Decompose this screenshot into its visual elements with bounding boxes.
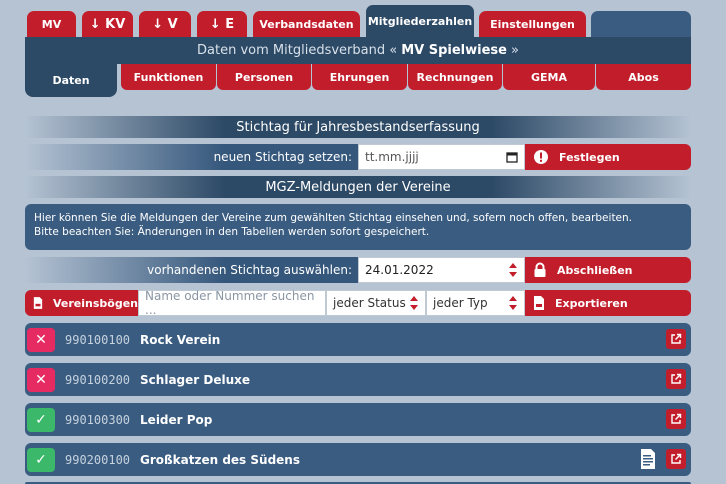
lock-icon [534, 262, 546, 277]
verein-search-input[interactable]: Name oder Nummer suchen ... [138, 289, 326, 317]
verein-name: Leider Pop [140, 412, 213, 427]
csv-document-icon [534, 296, 544, 310]
subtab-label: Abos [628, 70, 659, 84]
verein-row[interactable]: ✕ 990100100 Rock Verein [25, 323, 691, 356]
section-title-text: MGZ-Meldungen der Vereine [265, 179, 451, 195]
verein-name: Rock Verein [140, 332, 221, 347]
type-filter-select[interactable]: jeder Typ [426, 290, 525, 316]
pdf-document-icon [33, 297, 43, 309]
subtab-label: Ehrungen [329, 70, 390, 84]
new-stichtag-date-input[interactable]: tt.mm.jjjj [358, 144, 525, 170]
updown-arrow-icon [509, 263, 517, 277]
exportieren-button[interactable]: Exportieren [525, 290, 691, 316]
subtab-ehrungen[interactable]: Ehrungen [312, 64, 407, 90]
stichtag-select[interactable]: 24.01.2022 [358, 257, 525, 283]
set-stichtag-label: neuen Stichtag setzen: [25, 144, 358, 170]
search-placeholder: Name oder Nummer suchen ... [145, 289, 315, 317]
selected-date: 24.01.2022 [365, 263, 434, 277]
status-open-icon: ✕ [27, 327, 55, 352]
section-title-stichtag: Stichtag für Jahresbestandserfassung [25, 116, 691, 138]
section-title-text: Stichtag für Jahresbestandserfassung [236, 119, 480, 135]
info-text-line: Bitte beachten Sie: Änderungen in den Ta… [34, 226, 430, 238]
tab-blank [591, 11, 691, 37]
section-title-mgz: MGZ-Meldungen der Vereine [25, 176, 691, 198]
button-label: Vereinsbögen [52, 296, 138, 310]
verein-row[interactable]: ✕ 990100200 Schlager Deluxe [25, 363, 691, 396]
verein-number: 990100300 [65, 412, 131, 427]
verein-number: 990100200 [65, 372, 131, 387]
subtab-label: Funktionen [133, 70, 204, 84]
document-icon[interactable] [640, 448, 656, 470]
subtab-label: GEMA [530, 70, 567, 84]
updown-arrow-icon [509, 296, 517, 310]
tab-label: Mitgliederzahlen [367, 14, 473, 28]
verein-row[interactable]: ✓ 990200100 Großkatzen des Südens [25, 443, 691, 476]
tab-label: Einstellungen [490, 17, 575, 31]
subtab-abos[interactable]: Abos [596, 64, 691, 90]
verein-name: Großkatzen des Südens [140, 452, 300, 467]
tab-v[interactable]: ↓ V [139, 11, 191, 37]
subtab-personen[interactable]: Personen [217, 64, 311, 90]
info-box: Hier können Sie die Meldungen der Verein… [25, 204, 691, 250]
subtab-label: Rechnungen [416, 70, 494, 84]
button-label: Abschließen [557, 263, 633, 277]
vereinsboegen-button[interactable]: Vereinsbögen [25, 290, 138, 316]
tab-kv[interactable]: ↓ KV [82, 11, 133, 37]
date-placeholder: tt.mm.jjjj [365, 150, 419, 164]
tab-label: ↓ V [152, 16, 178, 32]
abschliessen-button[interactable]: Abschließen [525, 257, 691, 283]
open-external-icon[interactable] [666, 329, 686, 349]
verein-number: 990200100 [65, 452, 131, 467]
tab-label: ↓ KV [89, 16, 126, 32]
subtab-daten[interactable]: Daten [25, 64, 117, 97]
button-label: Exportieren [555, 296, 628, 310]
subtab-label: Daten [52, 74, 90, 87]
subtab-gema[interactable]: GEMA [503, 64, 595, 90]
status-done-icon: ✓ [27, 447, 55, 472]
tab-label: Verbandsdaten [259, 17, 354, 31]
subtab-funktionen[interactable]: Funktionen [121, 64, 216, 90]
verein-row[interactable]: ✓ 990100300 Leider Pop [25, 403, 691, 436]
calendar-icon[interactable] [506, 151, 518, 163]
tab-mitgliederzahlen[interactable]: Mitgliederzahlen [366, 5, 474, 37]
verein-name: Schlager Deluxe [140, 372, 250, 387]
info-text-line: Hier können Sie die Meldungen der Verein… [34, 212, 633, 224]
open-external-icon[interactable] [666, 449, 686, 469]
subtab-label: Personen [234, 70, 294, 84]
open-external-icon[interactable] [666, 409, 686, 429]
status-filter-select[interactable]: jeder Status [326, 290, 426, 316]
type-filter-value: jeder Typ [433, 296, 488, 310]
tab-label: ↓ E [209, 16, 235, 32]
select-stichtag-label: vorhandenen Stichtag auswählen: [25, 257, 358, 283]
header-verband-name: MV Spielwiese [401, 43, 507, 58]
tab-mv[interactable]: MV [27, 11, 76, 37]
tab-label: MV [41, 17, 62, 31]
open-external-icon[interactable] [666, 369, 686, 389]
tab-e[interactable]: ↓ E [197, 11, 247, 37]
status-open-icon: ✕ [27, 367, 55, 392]
verein-number: 990100100 [65, 332, 131, 347]
header-prefix: Daten vom Mitgliedsverband « [197, 43, 398, 58]
status-done-icon: ✓ [27, 407, 55, 432]
tab-einstellungen[interactable]: Einstellungen [479, 11, 586, 37]
festlegen-button[interactable]: Festlegen [525, 144, 691, 170]
tab-verbandsdaten[interactable]: Verbandsdaten [253, 11, 360, 37]
subtab-rechnungen[interactable]: Rechnungen [408, 64, 502, 90]
label-text: vorhandenen Stichtag auswählen: [147, 263, 352, 277]
page-header: Daten vom Mitgliedsverband « MV Spielwie… [25, 37, 691, 64]
label-text: neuen Stichtag setzen: [213, 150, 352, 164]
header-suffix: » [510, 43, 519, 58]
button-label: Festlegen [559, 150, 620, 164]
status-filter-value: jeder Status [333, 296, 406, 310]
updown-arrow-icon [410, 296, 418, 310]
alert-icon [534, 150, 548, 164]
